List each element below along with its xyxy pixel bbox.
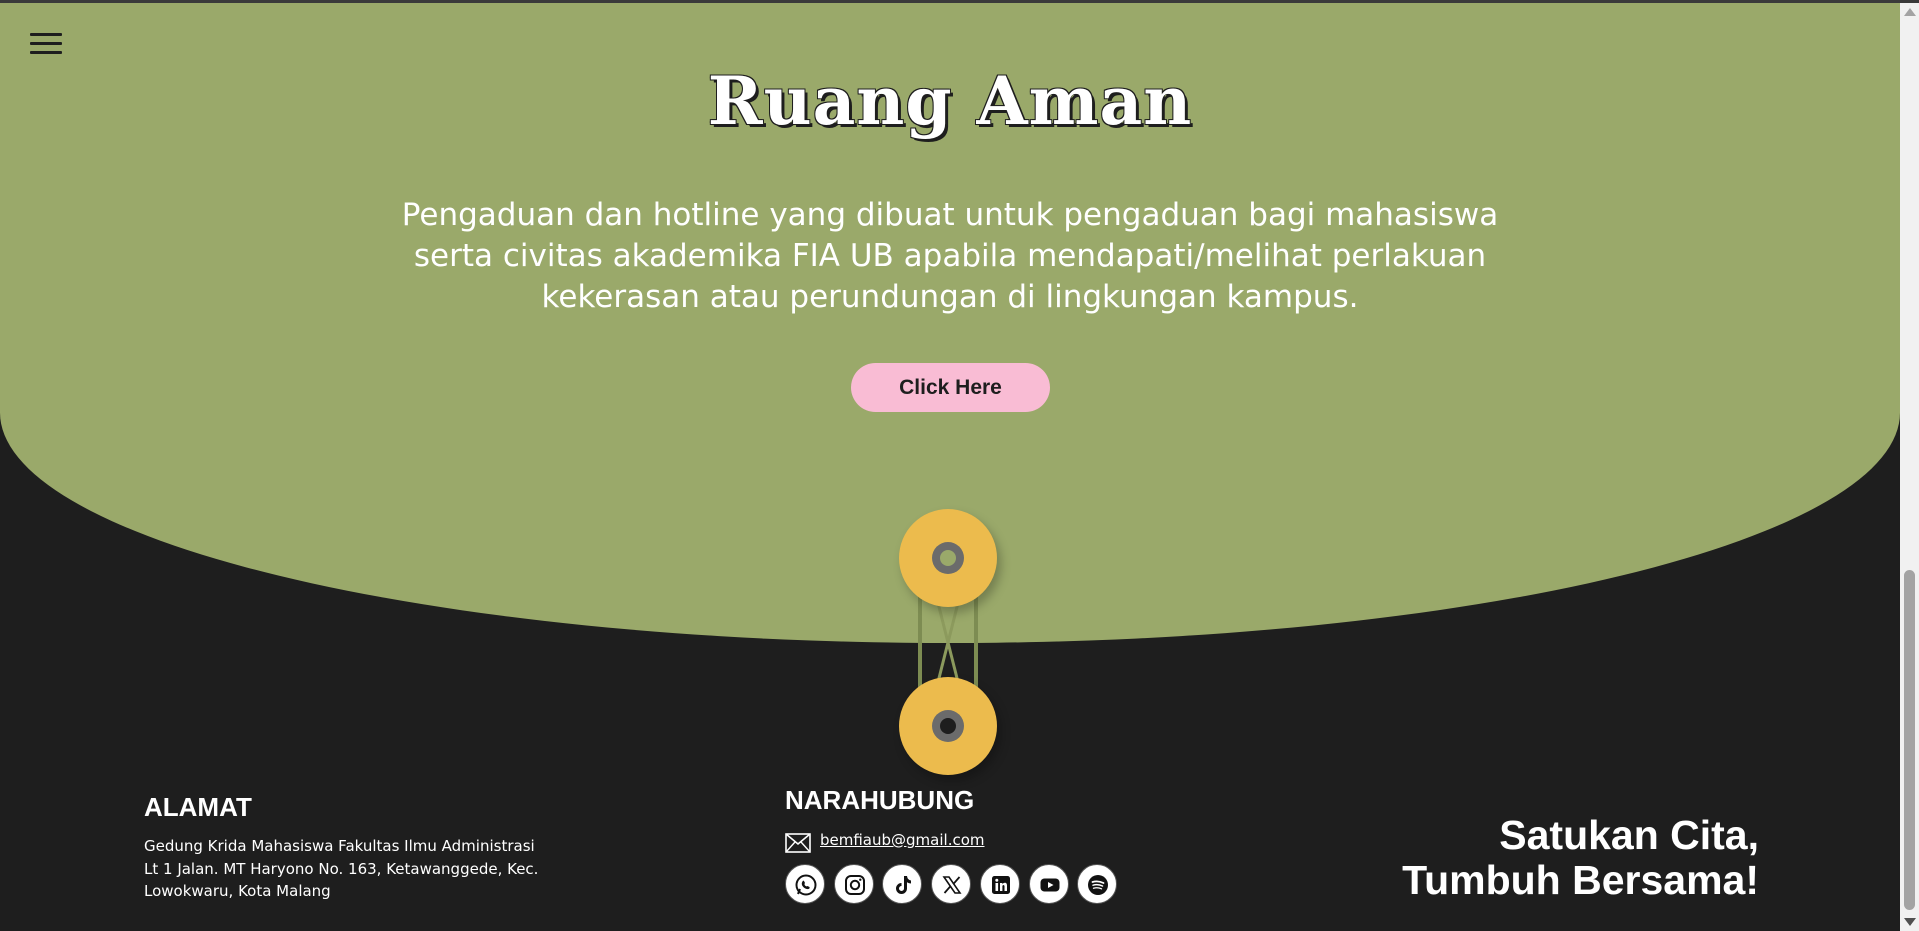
page-title: Ruang Aman <box>707 62 1193 140</box>
contact-heading: NARAHUBUNG <box>785 785 975 815</box>
menu-icon[interactable] <box>30 30 64 58</box>
youtube-icon[interactable] <box>1029 864 1069 904</box>
reel-top-icon <box>899 509 997 607</box>
tagline-line-2: Tumbuh Bersama! <box>1402 857 1759 903</box>
scrollbar[interactable] <box>1900 3 1919 931</box>
address-heading: ALAMAT <box>144 792 252 822</box>
address-line: Lt 1 Jalan. MT Haryono No. 163, Ketawang… <box>144 860 539 878</box>
scroll-down-icon[interactable] <box>1904 918 1916 926</box>
reel-bottom-icon <box>899 677 997 775</box>
email-link[interactable]: bemfiaub@gmail.com <box>820 831 985 849</box>
instagram-icon[interactable] <box>834 864 874 904</box>
linkedin-icon[interactable] <box>980 864 1020 904</box>
whatsapp-icon[interactable] <box>785 864 825 904</box>
tiktok-icon[interactable] <box>882 864 922 904</box>
scroll-up-icon[interactable] <box>1904 8 1916 16</box>
mail-icon <box>785 833 811 853</box>
address-line: Gedung Krida Mahasiswa Fakultas Ilmu Adm… <box>144 837 535 855</box>
scroll-thumb[interactable] <box>1904 570 1915 910</box>
address-line: Lowokwaru, Kota Malang <box>144 882 331 900</box>
hero-description: Pengaduan dan hotline yang dibuat untuk … <box>401 197 1499 315</box>
tagline-line-1: Satukan Cita, <box>1499 812 1759 858</box>
click-here-button[interactable]: Click Here <box>851 363 1050 412</box>
x-icon[interactable] <box>931 864 971 904</box>
spotify-icon[interactable] <box>1077 864 1117 904</box>
